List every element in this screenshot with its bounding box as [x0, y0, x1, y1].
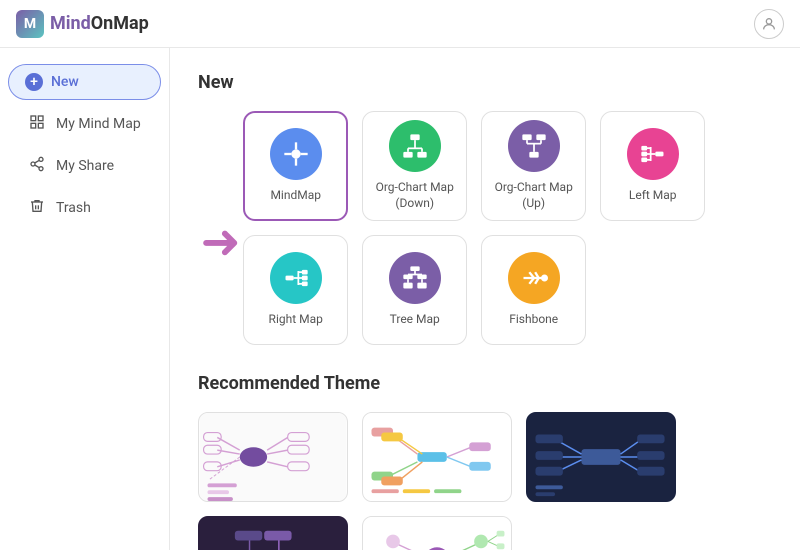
theme-card-5[interactable] — [362, 516, 512, 550]
sidebar-item-label: Trash — [56, 200, 91, 216]
main-layout: + New My Mind Map My Share — [0, 48, 800, 550]
mindmap-icon — [270, 128, 322, 180]
logo: M MindOnMap — [16, 10, 149, 38]
my-mind-map-icon — [28, 114, 46, 134]
sidebar-item-label: My Share — [56, 158, 114, 174]
trash-icon — [28, 198, 46, 218]
theme-card-3[interactable] — [526, 412, 676, 502]
theme-grid — [198, 412, 772, 550]
logo-icon: M — [16, 10, 44, 38]
mindmap-label: MindMap — [270, 188, 321, 204]
theme-card-4[interactable] — [198, 516, 348, 550]
map-card-fishbone[interactable]: Fishbone — [481, 235, 586, 345]
selection-arrow: ➜ — [200, 218, 240, 266]
logo-text: MindOnMap — [50, 13, 149, 34]
org-chart-up-icon — [508, 120, 560, 172]
content-area: New ➜ — [170, 48, 800, 550]
theme-section-title: Recommended Theme — [198, 373, 772, 394]
map-card-mindmap[interactable]: MindMap — [243, 111, 348, 221]
map-card-org-chart-down[interactable]: Org-Chart Map(Down) — [362, 111, 467, 221]
new-button[interactable]: + New — [8, 64, 161, 100]
tree-map-label: Tree Map — [390, 312, 440, 328]
right-map-label: Right Map — [269, 312, 323, 328]
org-chart-down-label: Org-Chart Map(Down) — [376, 180, 454, 211]
new-label: New — [51, 74, 79, 90]
map-card-left-map[interactable]: Left Map — [600, 111, 705, 221]
map-type-grid: MindMap O — [243, 111, 772, 345]
map-card-org-chart-up[interactable]: Org-Chart Map (Up) — [481, 111, 586, 221]
map-card-tree-map[interactable]: Tree Map — [362, 235, 467, 345]
theme-card-2[interactable] — [362, 412, 512, 502]
map-card-right-map[interactable]: Right Map — [243, 235, 348, 345]
left-map-icon — [627, 128, 679, 180]
right-map-icon — [270, 252, 322, 304]
theme-card-1[interactable] — [198, 412, 348, 502]
my-share-icon — [28, 156, 46, 176]
arrow-container: ➜ — [198, 218, 243, 266]
new-section-title: New — [198, 72, 772, 93]
left-map-label: Left Map — [629, 188, 677, 204]
org-chart-up-label: Org-Chart Map (Up) — [482, 180, 585, 211]
tree-map-icon — [389, 252, 441, 304]
user-avatar-icon[interactable] — [754, 9, 784, 39]
sidebar-item-my-share[interactable]: My Share — [8, 146, 161, 186]
sidebar: + New My Mind Map My Share — [0, 48, 170, 550]
sidebar-item-label: My Mind Map — [56, 116, 141, 132]
fishbone-icon — [508, 252, 560, 304]
fishbone-label: Fishbone — [509, 312, 558, 328]
header: M MindOnMap — [0, 0, 800, 48]
sidebar-item-my-mind-map[interactable]: My Mind Map — [8, 104, 161, 144]
plus-icon: + — [25, 73, 43, 91]
sidebar-item-trash[interactable]: Trash — [8, 188, 161, 228]
org-chart-down-icon — [389, 120, 441, 172]
